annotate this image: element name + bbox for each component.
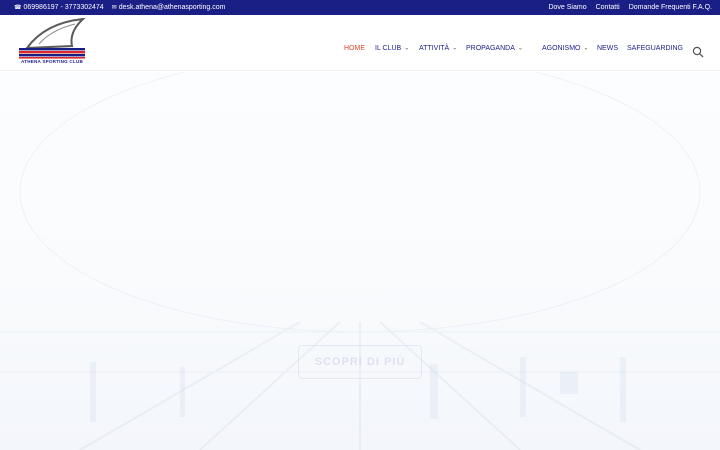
phone-number: 069986197 - 3773302474 [23,4,104,11]
nav-home-label: HOME [344,45,365,52]
nav-attivita[interactable]: ATTIVITÀ ⌄ [419,45,457,52]
link-dove-siamo[interactable]: Dove Siamo [548,4,586,11]
email-address: desk.athena@athenasporting.com [118,4,226,11]
chevron-down-icon: ⌄ [452,45,458,52]
discover-more-button[interactable]: SCOPRI DI PIÙ [298,345,422,379]
chevron-down-icon: ⌄ [404,45,410,52]
nav-safeguarding-label: SAFEGUARDING [627,45,684,52]
nav-propaganda-label: PROPAGANDA [466,45,515,52]
nav-il-club-label: IL CLUB [375,45,402,52]
top-links: Dove Siamo Contatti Domande Frequenti F.… [548,4,712,11]
nav-news[interactable]: NEWS [597,45,618,52]
phone-contact[interactable]: ☎ 069986197 - 3773302474 [14,4,104,11]
logo-text: ATHENA SPORTING CLUB [21,59,83,64]
top-bar: ☎ 069986197 - 3773302474 ✉ desk.athena@a… [0,0,720,15]
link-faq[interactable]: Domande Frequenti F.A.Q. [629,4,712,11]
nav-agonismo[interactable]: AGONISMO ⌄ [542,45,589,52]
nav-safeguarding[interactable]: SAFEGUARDING [627,45,683,52]
nav-attivita-label: ATTIVITÀ [419,45,450,52]
hero-section: SCOPRI DI PIÙ [0,72,720,450]
nav-agonismo-label: AGONISMO [542,45,581,52]
contact-info: ☎ 069986197 - 3773302474 ✉ desk.athena@a… [14,4,225,11]
hero-background-pool [0,72,720,450]
discover-more-label: SCOPRI DI PIÙ [314,356,406,368]
chevron-down-icon: ⌄ [583,45,589,52]
nav-propaganda[interactable]: PROPAGANDA ⌄ [466,45,523,52]
nav-home[interactable]: HOME [344,45,365,52]
nav-il-club[interactable]: IL CLUB ⌄ [375,45,409,52]
chevron-down-icon: ⌄ [517,45,523,52]
email-contact[interactable]: ✉ desk.athena@athenasporting.com [112,4,226,11]
phone-icon: ☎ [14,4,22,11]
site-header: ATHENA SPORTING CLUB HOME IL CLUB ⌄ ATTI… [0,15,720,71]
search-icon[interactable] [692,46,704,58]
link-contatti[interactable]: Contatti [596,4,620,11]
mail-icon: ✉ [111,4,117,11]
nav-news-label: NEWS [597,45,618,52]
main-nav: HOME IL CLUB ⌄ ATTIVITÀ ⌄ PROPAGANDA ⌄ A… [0,45,720,55]
